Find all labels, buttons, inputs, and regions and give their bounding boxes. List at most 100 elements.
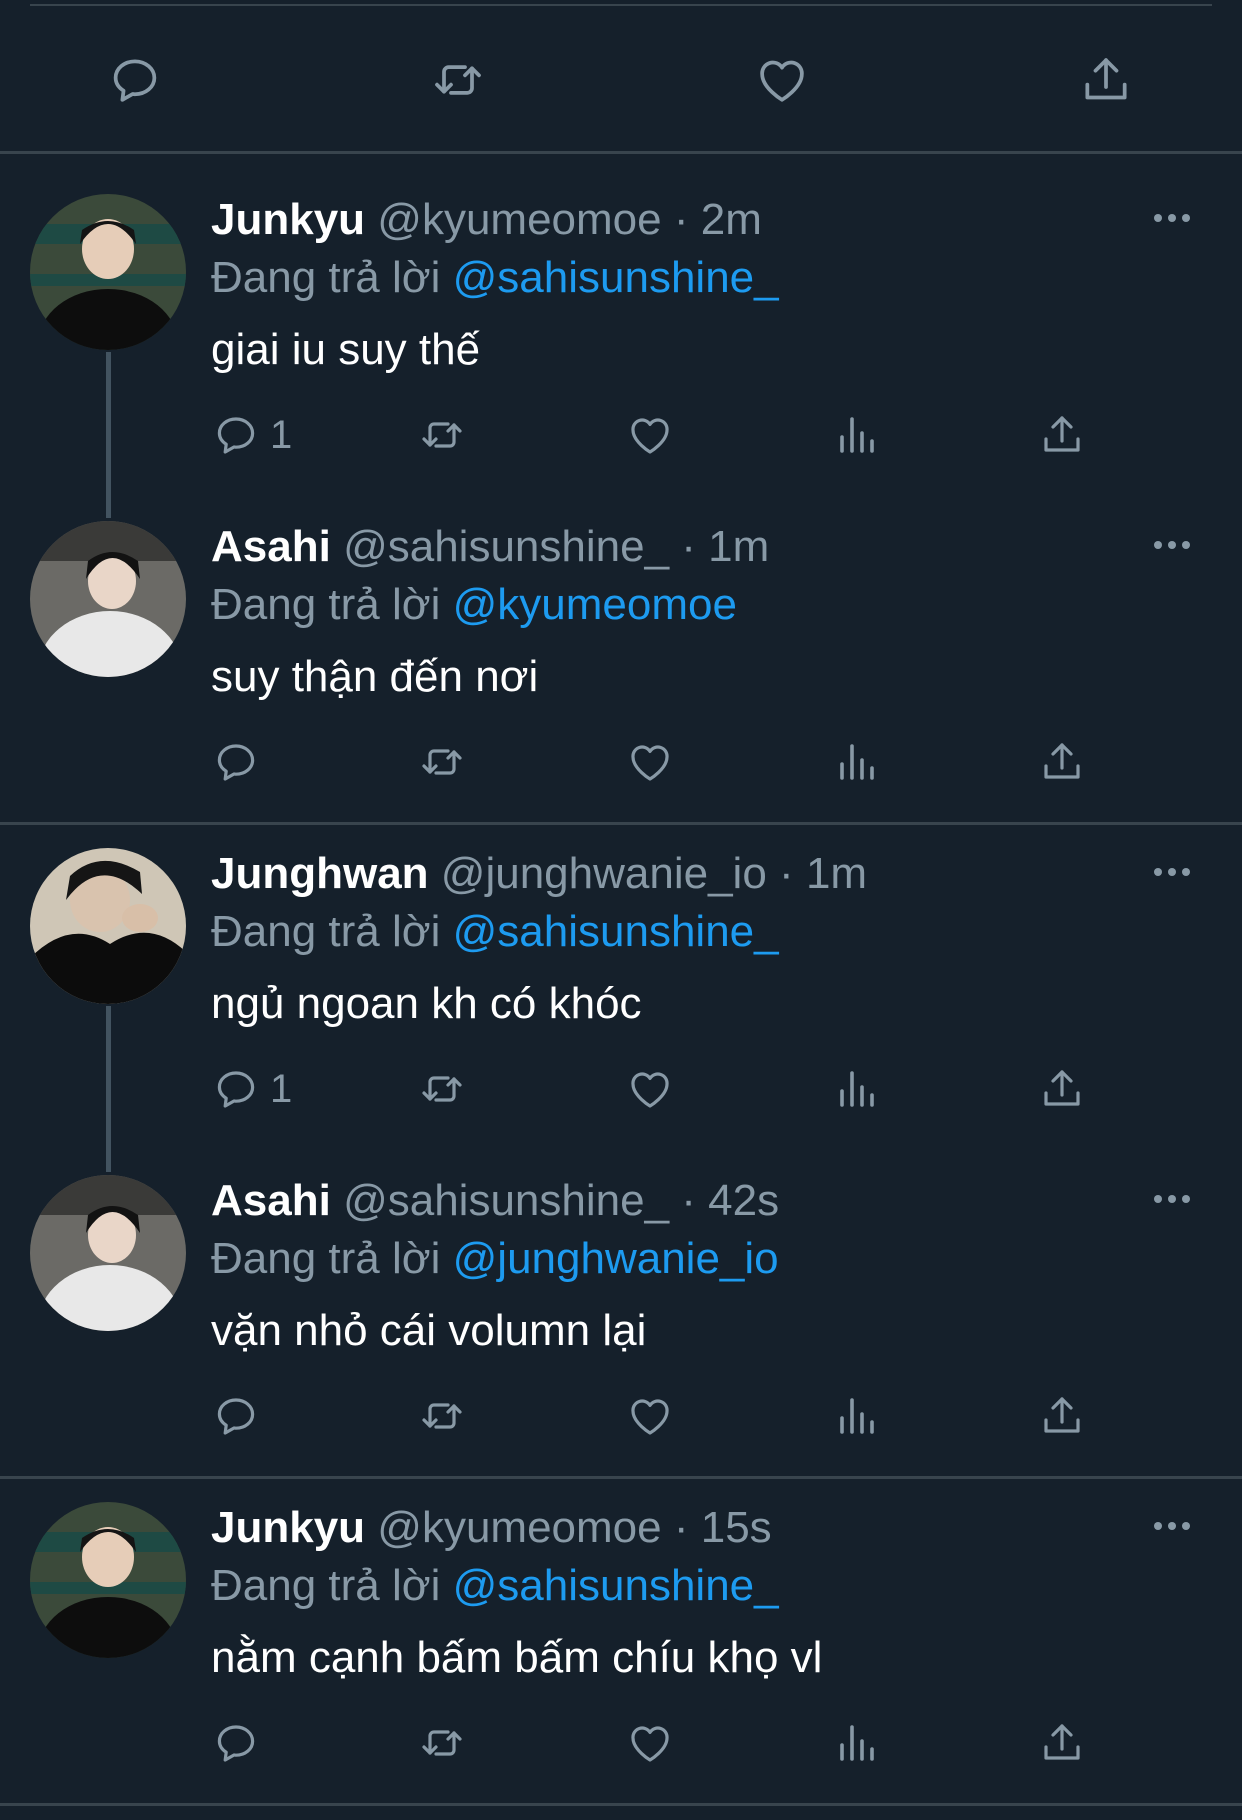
tweet-actions	[0, 1387, 1242, 1445]
separator-dot: ·	[673, 195, 689, 244]
tweet-actions: 1	[0, 1060, 1242, 1118]
handle[interactable]: @sahisunshine_	[343, 1176, 669, 1225]
retweet-icon	[430, 52, 486, 108]
mention-link[interactable]: @junghwanie_io	[453, 1234, 779, 1283]
reply-button[interactable]	[212, 1387, 270, 1445]
analytics-button[interactable]	[832, 406, 880, 464]
reply-prefix: Đang trả lời	[211, 1561, 441, 1610]
more-icon	[1152, 212, 1192, 224]
avatar[interactable]	[30, 1502, 186, 1658]
more-icon	[1152, 866, 1192, 878]
more-options-button[interactable]	[1142, 198, 1202, 238]
reply-button[interactable]: 1	[212, 406, 292, 464]
like-button[interactable]	[626, 1714, 674, 1772]
share-button[interactable]	[1038, 406, 1086, 464]
analytics-button[interactable]	[832, 1387, 880, 1445]
analytics-icon	[832, 1065, 880, 1113]
share-icon	[1038, 1065, 1086, 1113]
reply-button[interactable]	[212, 733, 270, 791]
avatar[interactable]	[30, 1175, 186, 1331]
timestamp[interactable]: 1m	[806, 849, 867, 898]
tweet[interactable]: Junghwan @junghwanie_io · 1m Đang trả lờ…	[0, 812, 1242, 1139]
reply-context: Đang trả lời @sahisunshine_	[211, 902, 779, 962]
share-button[interactable]	[1070, 44, 1142, 116]
share-button[interactable]	[1038, 1387, 1086, 1445]
like-icon	[754, 52, 810, 108]
analytics-button[interactable]	[832, 1714, 880, 1772]
mention-link[interactable]: @sahisunshine_	[453, 253, 779, 302]
handle[interactable]: @sahisunshine_	[343, 522, 669, 571]
handle[interactable]: @kyumeomoe	[377, 195, 661, 244]
avatar[interactable]	[30, 194, 186, 350]
display-name[interactable]: Junghwan	[211, 849, 429, 898]
mention-link[interactable]: @sahisunshine_	[453, 907, 779, 956]
avatar-image	[30, 848, 186, 1004]
like-button[interactable]	[746, 44, 818, 116]
share-button[interactable]	[1038, 733, 1086, 791]
separator-dot: ·	[673, 1503, 689, 1552]
retweet-button[interactable]	[418, 1714, 466, 1772]
share-icon	[1078, 52, 1134, 108]
analytics-button[interactable]	[832, 1060, 880, 1118]
mention-link[interactable]: @sahisunshine_	[453, 1561, 779, 1610]
main-tweet-actions	[0, 44, 1242, 116]
tweet-text: suy thận đến nơi	[211, 652, 539, 701]
more-options-button[interactable]	[1142, 852, 1202, 892]
reply-button[interactable]	[99, 44, 171, 116]
reply-context: Đang trả lời @sahisunshine_	[211, 1556, 779, 1616]
share-button[interactable]	[1038, 1714, 1086, 1772]
analytics-button[interactable]	[832, 733, 880, 791]
retweet-button[interactable]	[422, 44, 494, 116]
tweet-actions	[0, 733, 1242, 791]
reply-prefix: Đang trả lời	[211, 580, 441, 629]
timestamp[interactable]: 42s	[708, 1176, 779, 1225]
display-name[interactable]: Junkyu	[211, 1503, 365, 1552]
like-icon	[626, 1065, 674, 1113]
retweet-icon	[418, 1392, 466, 1440]
like-button[interactable]	[626, 406, 674, 464]
handle[interactable]: @kyumeomoe	[377, 1503, 661, 1552]
retweet-button[interactable]	[418, 406, 466, 464]
retweet-button[interactable]	[418, 1387, 466, 1445]
tweet-text: vặn nhỏ cái volumn lại	[211, 1306, 647, 1355]
tweet[interactable]: Asahi @sahisunshine_ · 42s Đang trả lời …	[0, 1139, 1242, 1466]
reply-count: 1	[270, 1066, 293, 1111]
share-icon	[1038, 1719, 1086, 1767]
reply-button[interactable]	[212, 1714, 270, 1772]
more-icon	[1152, 539, 1192, 551]
separator-dot: ·	[681, 1176, 696, 1225]
like-button[interactable]	[626, 733, 674, 791]
like-button[interactable]	[626, 1387, 674, 1445]
more-options-button[interactable]	[1142, 1179, 1202, 1219]
tweet[interactable]: Junkyu @kyumeomoe · 15s Đang trả lời @sa…	[0, 1466, 1242, 1793]
analytics-icon	[832, 1392, 880, 1440]
retweet-button[interactable]	[418, 1060, 466, 1118]
like-button[interactable]	[626, 1060, 674, 1118]
more-options-button[interactable]	[1142, 525, 1202, 565]
handle[interactable]: @junghwanie_io	[441, 849, 767, 898]
tweet-header: Asahi @sahisunshine_ · 42s	[211, 1171, 779, 1231]
avatar[interactable]	[30, 521, 186, 677]
timestamp[interactable]: 1m	[708, 522, 769, 571]
timestamp[interactable]: 2m	[701, 195, 762, 244]
tweet-header: Junkyu @kyumeomoe · 2m	[211, 190, 762, 250]
analytics-icon	[832, 1719, 880, 1767]
display-name[interactable]: Asahi	[211, 522, 331, 571]
share-button[interactable]	[1038, 1060, 1086, 1118]
retweet-icon	[418, 1719, 466, 1767]
reply-context: Đang trả lời @junghwanie_io	[211, 1229, 779, 1289]
reply-prefix: Đang trả lời	[211, 1234, 441, 1283]
retweet-button[interactable]	[418, 733, 466, 791]
tweet[interactable]: Asahi @sahisunshine_ · 1m Đang trả lời @…	[0, 485, 1242, 812]
display-name[interactable]: Junkyu	[211, 195, 365, 244]
timestamp[interactable]: 15s	[701, 1503, 772, 1552]
display-name[interactable]: Asahi	[211, 1176, 331, 1225]
analytics-icon	[832, 411, 880, 459]
retweet-icon	[418, 1065, 466, 1113]
mention-link[interactable]: @kyumeomoe	[453, 580, 737, 629]
avatar[interactable]	[30, 848, 186, 1004]
more-options-button[interactable]	[1142, 1506, 1202, 1546]
reply-button[interactable]: 1	[212, 1060, 292, 1118]
tweet[interactable]: Junkyu @kyumeomoe · 2m Đang trả lời @sah…	[0, 158, 1242, 485]
top-divider	[30, 4, 1212, 6]
